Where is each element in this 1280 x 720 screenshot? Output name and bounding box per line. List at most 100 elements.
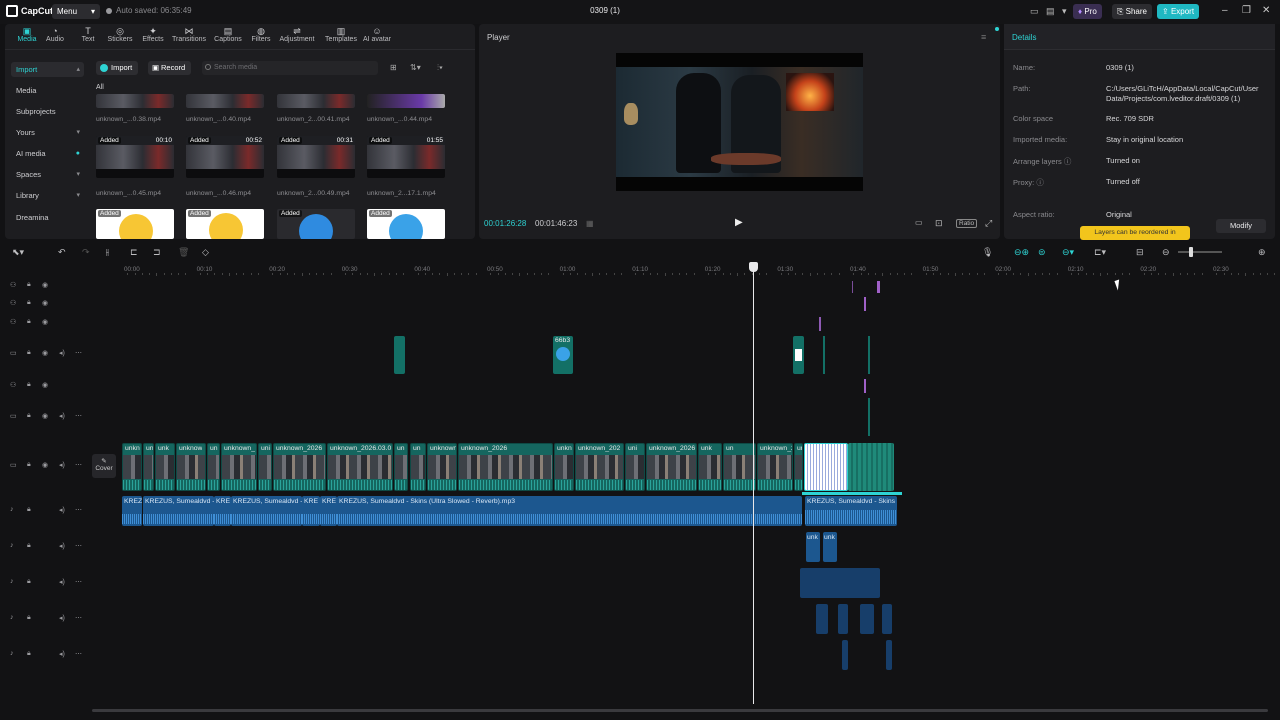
lock-icon[interactable]: 🔒︎ — [27, 461, 31, 469]
eye-icon[interactable]: ◉ — [42, 299, 48, 307]
media-thumb[interactable]: Added 00:31 — [277, 136, 355, 178]
sticker-clip[interactable]: 66b3 — [553, 336, 573, 374]
more-icon[interactable]: ⋯ — [75, 578, 82, 586]
select-tool-icon[interactable]: ⬉▾ — [12, 247, 24, 258]
video-clip[interactable]: unknown_2026.03.0 — [327, 443, 393, 491]
audio-track-icon[interactable]: ♪ — [10, 542, 14, 549]
lock-icon[interactable]: 🔒︎ — [27, 412, 31, 420]
video-clip[interactable]: unk — [155, 443, 175, 491]
audio-track-icon[interactable]: ♪ — [10, 614, 14, 621]
lock-icon[interactable]: 🔒︎ — [27, 614, 31, 622]
media-thumb-emoji[interactable]: Added — [277, 209, 355, 239]
audio-mute-icon[interactable]: ◂) — [59, 412, 65, 420]
export-button[interactable]: ⇪ Export — [1157, 4, 1200, 19]
overlay-clip[interactable] — [823, 336, 825, 374]
effect-clip[interactable] — [877, 281, 880, 293]
audio-clip[interactable] — [886, 640, 892, 670]
sidebar-item-library[interactable]: Library ▾ — [11, 188, 84, 203]
cover-button[interactable]: ✎ Cover — [92, 454, 116, 478]
sidebar-item-dreamina[interactable]: Dreamina — [11, 210, 84, 225]
lock-icon[interactable]: 🔒︎ — [27, 542, 31, 550]
tab-ai-avatar[interactable]: ☺ AI avatar — [357, 26, 397, 43]
audio-mute-icon[interactable]: ◂) — [59, 650, 65, 658]
filter-icon[interactable]: ⫶▾ — [437, 63, 443, 73]
modify-button[interactable]: Modify — [1216, 219, 1266, 233]
media-thumb[interactable]: Added 01:55 — [367, 136, 445, 178]
lock-icon[interactable]: 🔒︎ — [27, 349, 31, 357]
lock-icon[interactable]: 🔒︎ — [27, 650, 31, 658]
audio-clip[interactable] — [860, 604, 874, 634]
delete-icon[interactable]: 🗑 — [178, 247, 189, 258]
audio-clip[interactable]: KRE — [214, 496, 231, 526]
lock-icon[interactable]: 🔒︎ — [27, 281, 31, 289]
audio-track-icon[interactable]: ♪ — [10, 506, 14, 513]
media-thumb[interactable] — [186, 94, 264, 108]
audio-mute-icon[interactable]: ◂) — [59, 542, 65, 550]
audio-clip[interactable]: KRE — [302, 496, 320, 526]
audio-clip[interactable]: KREZUS, Sumealdvd - Skins (L — [805, 496, 897, 526]
magnet-icon[interactable]: ⊜ — [1038, 247, 1046, 258]
video-clip[interactable]: unknow — [176, 443, 206, 491]
effect-clip[interactable] — [864, 297, 866, 311]
video-clip[interactable]: unknown_ — [221, 443, 257, 491]
audio-clip[interactable]: unk — [823, 532, 837, 562]
tab-adjustment[interactable]: ⇌ Adjustment — [277, 26, 317, 43]
video-clip[interactable]: unknown_2 — [757, 443, 793, 491]
sticker-track-icon[interactable]: ⚇ — [10, 318, 16, 326]
video-clip[interactable]: uni — [625, 443, 645, 491]
tab-templates[interactable]: ▥ Templates — [321, 26, 361, 43]
captions-toggle-icon[interactable]: ⊟ — [1136, 247, 1144, 258]
search-input[interactable]: Search media — [202, 61, 378, 75]
sticker-track-icon[interactable]: ⚇ — [10, 381, 16, 389]
sidebar-item-subprojects[interactable]: Subprojects — [11, 104, 84, 119]
time-ruler[interactable]: 00:00 00:10 00:20 00:30 00:40 00:50 01:00 01:10… — [120, 262, 1276, 276]
minimize-icon[interactable]: – — [1222, 5, 1228, 16]
overlay-clip[interactable] — [868, 398, 870, 436]
tab-filters[interactable]: ◍ Filters — [241, 26, 281, 43]
sort-icon[interactable]: ⇅▾ — [410, 63, 421, 72]
snapshot-icon[interactable]: ⊡ — [935, 218, 943, 229]
lock-icon[interactable]: 🔒︎ — [27, 318, 31, 326]
more-icon[interactable]: ⋯ — [75, 614, 82, 622]
effect-clip[interactable] — [864, 379, 866, 393]
media-thumb[interactable]: Added 00:52 — [186, 136, 264, 178]
split-icon[interactable]: ⫲ — [106, 247, 109, 258]
audio-clip[interactable]: KREZUS, Sumealdvd - — [143, 496, 214, 526]
layout-icon[interactable]: ▭ — [1030, 6, 1039, 17]
more-icon[interactable]: ⋯ — [75, 650, 82, 658]
link-main-track-icon[interactable]: ⊖⊕ — [1014, 247, 1029, 258]
tab-transitions[interactable]: ⋈ Transitions — [169, 26, 209, 43]
audio-mute-icon[interactable]: ◂) — [59, 578, 65, 586]
expand-icon[interactable]: ⤢ — [985, 218, 992, 229]
lock-icon[interactable]: 🔒︎ — [27, 578, 31, 586]
media-thumb-emoji[interactable]: Added — [96, 209, 174, 239]
video-clip[interactable]: un — [394, 443, 408, 491]
video-clip[interactable]: unknown_2026 — [458, 443, 553, 491]
video-clip[interactable]: unknown_202 — [575, 443, 624, 491]
video-clip[interactable]: un — [143, 443, 154, 491]
marker-icon[interactable]: ◇ — [202, 247, 209, 258]
audio-track-icon[interactable]: ♪ — [10, 578, 14, 585]
close-icon[interactable]: ✕ — [1262, 5, 1270, 16]
audio-mute-icon[interactable]: ◂) — [59, 461, 65, 469]
sidebar-item-media[interactable]: Media — [11, 83, 84, 98]
pro-button[interactable]: ♦ Pro — [1073, 4, 1102, 19]
timeline-scrollbar[interactable] — [92, 709, 1268, 712]
more-icon[interactable]: ⋯ — [75, 412, 82, 420]
undo-icon[interactable]: ↶ — [58, 247, 66, 258]
eye-icon[interactable]: ◉ — [42, 349, 48, 357]
eye-icon[interactable]: ◉ — [42, 318, 48, 326]
effect-clip[interactable] — [819, 317, 821, 331]
sticker-track-icon[interactable]: ⚇ — [10, 299, 16, 307]
audio-clip[interactable] — [842, 640, 848, 670]
media-thumb-emoji[interactable]: Added — [367, 209, 445, 239]
video-preview[interactable] — [616, 53, 863, 191]
lock-icon[interactable]: 🔒︎ — [27, 381, 31, 389]
zoom-in-icon[interactable]: ⊕ — [1258, 247, 1266, 258]
audio-clip[interactable]: KREZUS, Sumealdvd - Skins (Ultra Slowed … — [337, 496, 802, 526]
zoom-slider[interactable] — [1178, 247, 1222, 257]
shortcut-icon[interactable]: ▤ — [1046, 6, 1055, 17]
lock-icon[interactable]: 🔒︎ — [27, 299, 31, 307]
more-icon[interactable]: ⋯ — [75, 506, 82, 514]
player-menu-icon[interactable]: ≡ — [981, 32, 986, 42]
